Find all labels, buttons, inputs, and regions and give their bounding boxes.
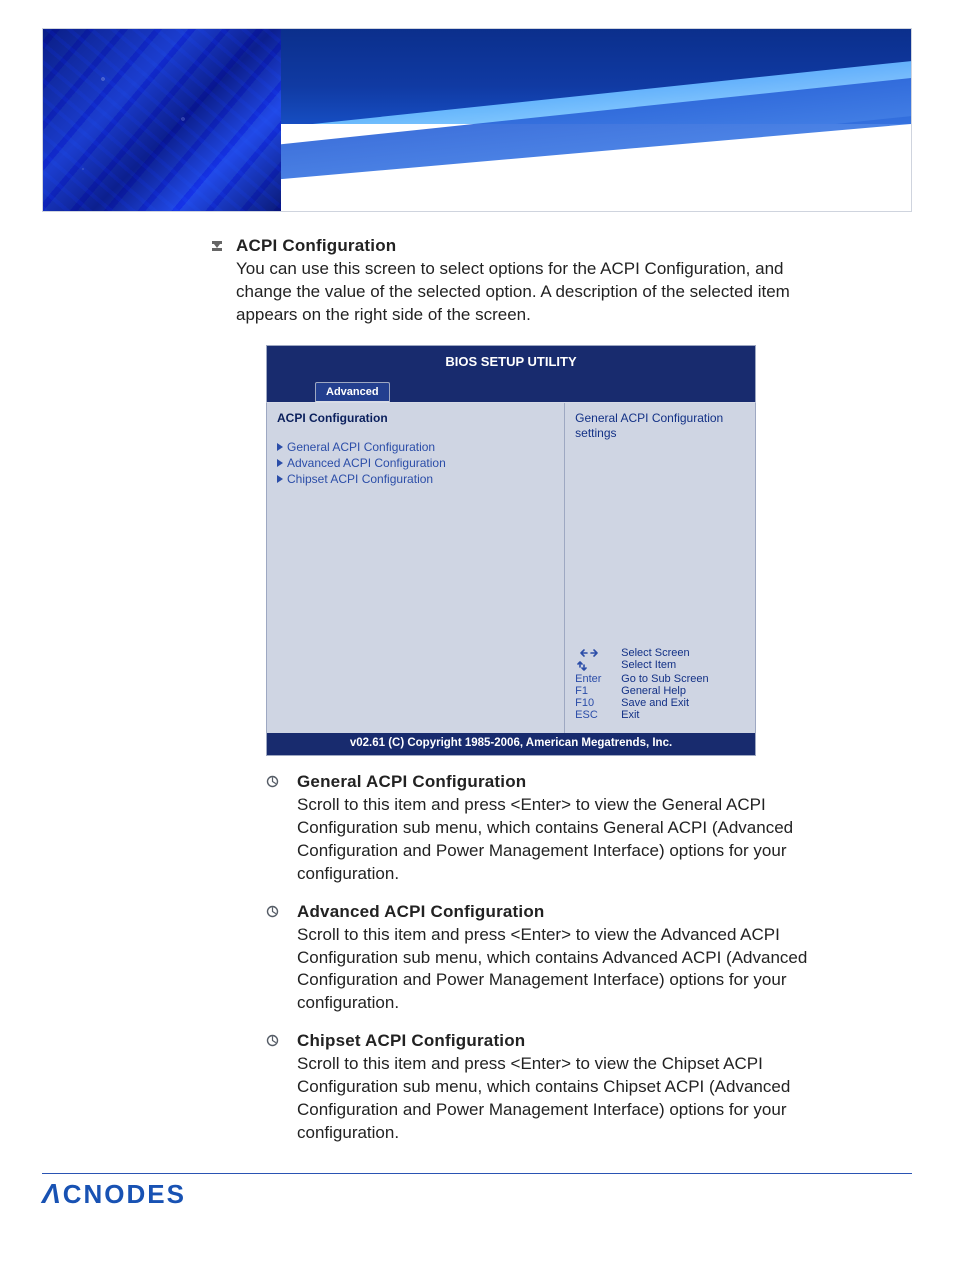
submenu-arrow-icon (277, 475, 283, 483)
brand-name: CNODES (63, 1179, 186, 1210)
bios-screenshot: BIOS SETUP UTILITY Advanced ACPI Configu… (266, 345, 756, 756)
bios-menu-item[interactable]: Chipset ACPI Configuration (277, 471, 554, 487)
sub-title: Chipset ACPI Configuration (297, 1031, 834, 1051)
bios-tab-strip: Advanced (266, 378, 756, 402)
bios-heading: ACPI Configuration (277, 411, 554, 425)
bios-menu-item[interactable]: Advanced ACPI Configuration (277, 455, 554, 471)
bios-menu-label: Chipset ACPI Configuration (287, 472, 433, 486)
key-left-right-icon (575, 647, 615, 659)
sub-description: Scroll to this item and press <Enter> to… (297, 794, 834, 886)
key-help-label: Select Item (621, 659, 745, 673)
key-name: F10 (575, 697, 615, 709)
bios-key-help: Select Screen Select Item Enter Go to Su… (575, 647, 745, 721)
key-help-label: General Help (621, 685, 745, 697)
sub-title: Advanced ACPI Configuration (297, 902, 834, 922)
key-name: ESC (575, 709, 615, 721)
key-up-down-icon (575, 659, 615, 673)
sub-bullet-icon (266, 905, 279, 918)
banner-photo (43, 29, 281, 211)
bios-tab-advanced[interactable]: Advanced (315, 382, 390, 402)
bios-left-pane: ACPI Configuration General ACPI Configur… (267, 403, 565, 733)
key-help-label: Select Screen (621, 647, 745, 659)
sub-description: Scroll to this item and press <Enter> to… (297, 924, 834, 1016)
sub-description: Scroll to this item and press <Enter> to… (297, 1053, 834, 1145)
submenu-arrow-icon (277, 459, 283, 467)
subitem-advanced-acpi: Advanced ACPI Configuration Scroll to th… (266, 902, 834, 1016)
bios-menu-item[interactable]: General ACPI Configuration (277, 439, 554, 455)
bios-footer: v02.61 (C) Copyright 1985-2006, American… (266, 733, 756, 756)
key-help-label: Exit (621, 709, 745, 721)
sub-bullet-icon (266, 775, 279, 788)
footer-rule (42, 1173, 912, 1174)
section-title: ACPI Configuration (236, 236, 834, 256)
bios-menu-label: Advanced ACPI Configuration (287, 456, 446, 470)
subitem-chipset-acpi: Chipset ACPI Configuration Scroll to thi… (266, 1031, 834, 1145)
bios-menu-label: General ACPI Configuration (287, 440, 435, 454)
brand-mark-icon: Λ (42, 1178, 63, 1210)
section-description: You can use this screen to select option… (236, 258, 834, 327)
bios-titlebar: BIOS SETUP UTILITY (266, 345, 756, 378)
bios-context-help: General ACPI Configuration settings (575, 411, 745, 441)
sub-bullet-icon (266, 1034, 279, 1047)
submenu-arrow-icon (277, 443, 283, 451)
header-banner (42, 28, 912, 212)
key-name: Enter (575, 673, 615, 685)
key-help-label: Save and Exit (621, 697, 745, 709)
brand-logo: Λ CNODES (42, 1178, 954, 1210)
sub-title: General ACPI Configuration (297, 772, 834, 792)
key-help-label: Go to Sub Screen (621, 673, 745, 685)
bios-right-pane: General ACPI Configuration settings Sele… (565, 403, 755, 733)
key-name: F1 (575, 685, 615, 697)
section-acpi-configuration: ACPI Configuration You can use this scre… (210, 230, 834, 1145)
subitem-general-acpi: General ACPI Configuration Scroll to thi… (266, 772, 834, 886)
section-bullet-icon (210, 239, 224, 253)
